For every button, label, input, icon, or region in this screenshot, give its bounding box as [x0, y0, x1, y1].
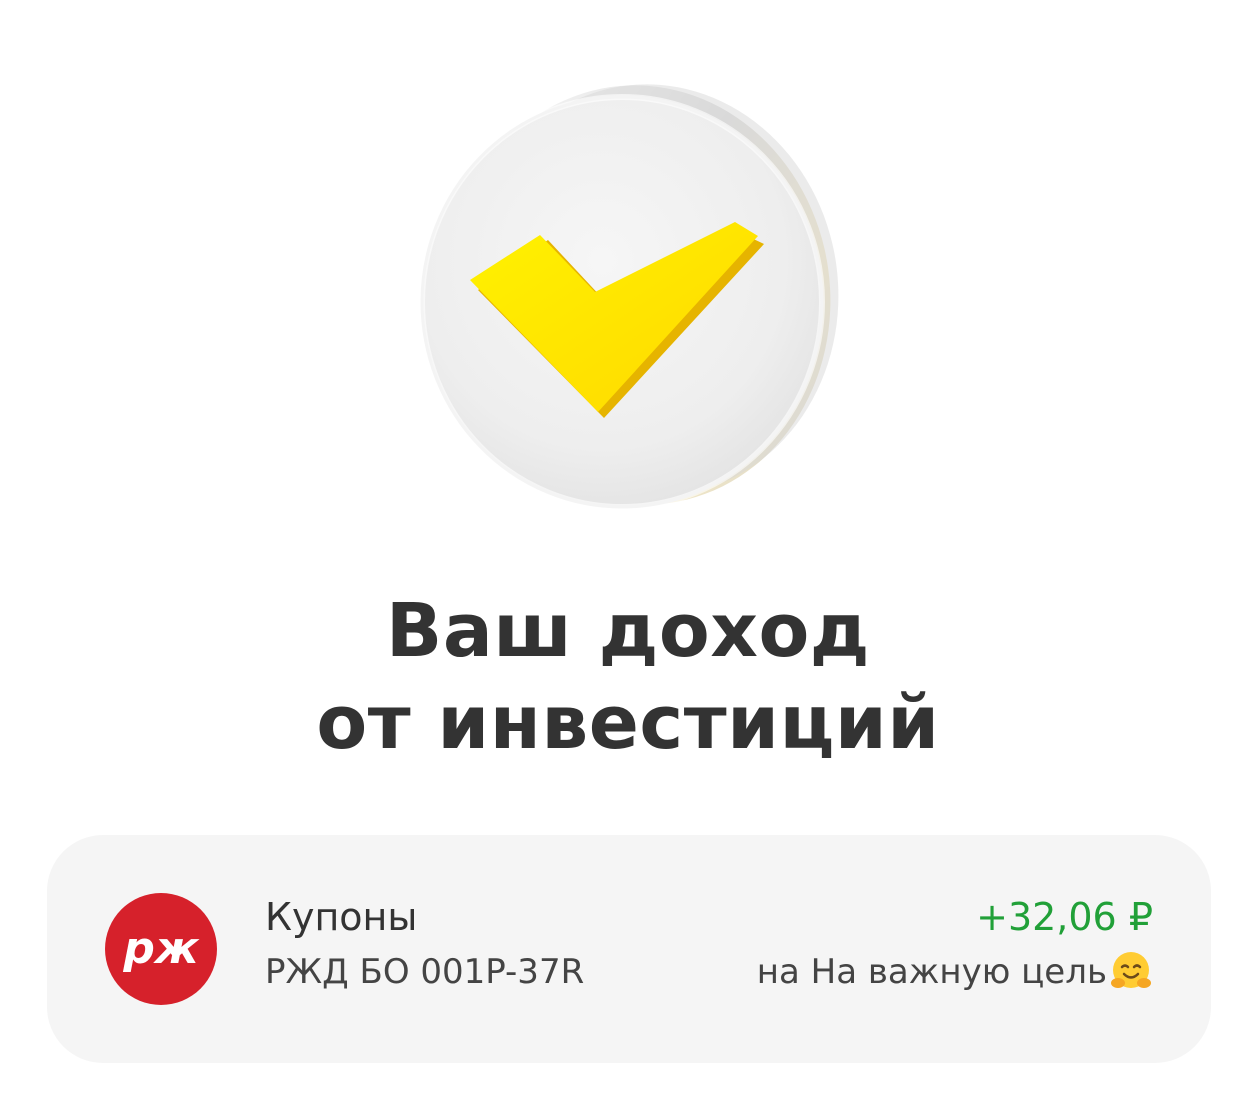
operation-title: Купоны — [265, 895, 418, 939]
page-title: Ваш доход от инвестиций — [0, 585, 1256, 769]
income-operation-card[interactable]: рж Купоны РЖД БО 001P-37R +32,06 ₽ на На… — [47, 835, 1211, 1063]
svg-text:рж: рж — [122, 923, 199, 974]
operation-info: Купоны РЖД БО 001P-37R — [265, 893, 584, 995]
title-line-1: Ваш доход — [385, 588, 871, 674]
operation-target: на На важную цель — [756, 952, 1107, 992]
yellow-check-mark-badge-icon — [419, 84, 839, 510]
check-badge-illustration — [0, 0, 1256, 560]
investment-income-screen: Ваш доход от инвестиций рж Купоны РЖД БО… — [0, 0, 1256, 1096]
hugging-face-emoji-icon — [1109, 950, 1153, 994]
operation-amount: +32,06 ₽ — [976, 895, 1153, 939]
operation-target-row: на На важную цель — [757, 949, 1153, 995]
rzd-logo-icon: рж — [105, 893, 217, 1005]
operation-result: +32,06 ₽ на На важную цель — [757, 893, 1153, 995]
operation-subtitle: РЖД БО 001P-37R — [265, 952, 585, 992]
title-line-2: от инвестиций — [316, 680, 940, 766]
